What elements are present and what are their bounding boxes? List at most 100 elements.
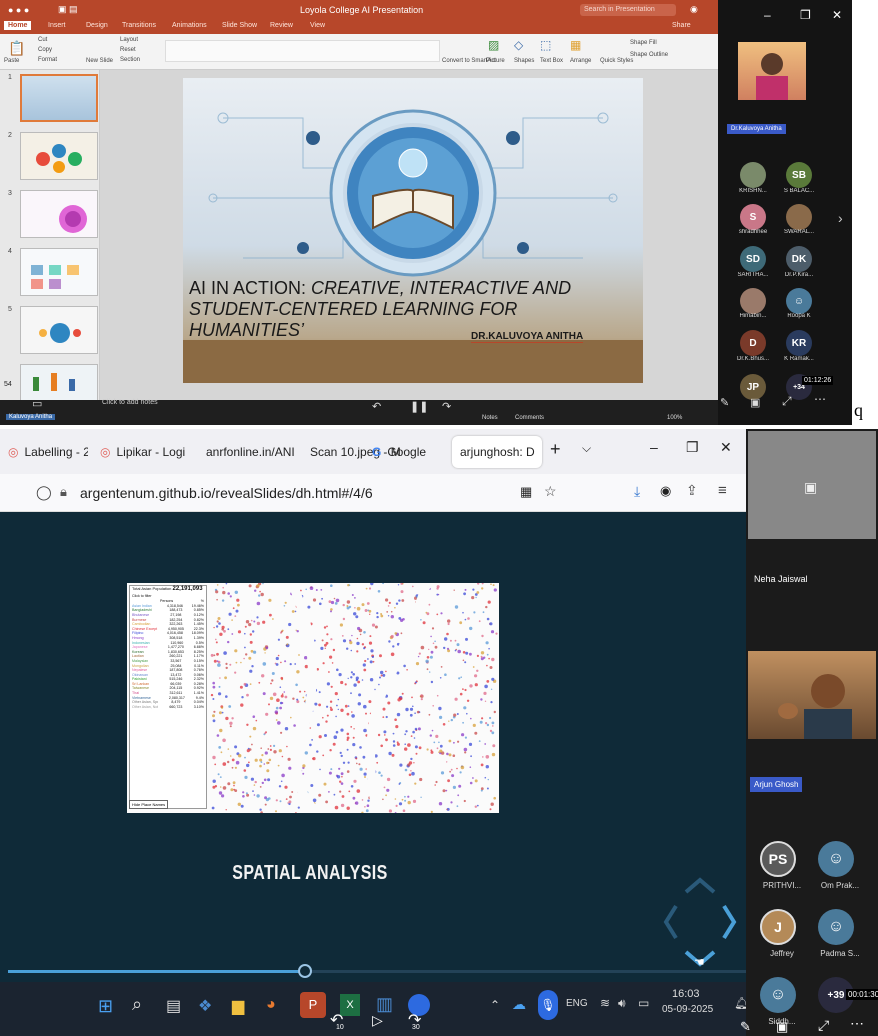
- browser-tab[interactable]: G Google: [372, 437, 452, 467]
- copy-button[interactable]: Copy: [38, 47, 52, 53]
- clock-time[interactable]: 16:03: [672, 988, 700, 1000]
- download-icon[interactable]: ⤓: [634, 483, 640, 500]
- paste-icon[interactable]: 📋: [8, 40, 25, 57]
- pause-icon[interactable]: ❚❚: [410, 400, 428, 413]
- comments-button[interactable]: Comments: [515, 415, 544, 421]
- task-view-icon[interactable]: ▤: [166, 996, 181, 1016]
- save-icon[interactable]: ▣ ▤: [58, 4, 78, 15]
- chevron-right-icon[interactable]: ›: [838, 210, 843, 226]
- restore-icon[interactable]: ❐: [686, 439, 699, 456]
- restore-icon[interactable]: ❐: [800, 8, 811, 22]
- wifi-icon[interactable]: ≋: [600, 996, 610, 1010]
- browser-tab[interactable]: ◎ Labelling - 2: [8, 437, 88, 467]
- bookmark-star-icon[interactable]: ☆: [544, 483, 557, 500]
- expand-icon[interactable]: ⤢: [782, 394, 792, 409]
- layout-button[interactable]: Layout: [120, 37, 138, 43]
- tab-design[interactable]: Design: [86, 22, 108, 29]
- tab-home[interactable]: Home: [4, 21, 32, 30]
- rewind-icon[interactable]: ↶: [372, 400, 381, 413]
- slide-thumb-4[interactable]: [20, 248, 98, 296]
- dot-density-map[interactable]: Total Asian Population 22,191,093 Click …: [127, 583, 499, 813]
- cloud-icon[interactable]: ☁: [512, 996, 526, 1013]
- font-controls[interactable]: [165, 40, 440, 62]
- account-icon[interactable]: ◉: [690, 4, 698, 15]
- slide-thumb-2[interactable]: [20, 132, 98, 180]
- microphone-icon[interactable]: 🎙︎: [538, 990, 558, 1020]
- screen-icon[interactable]: ▣: [776, 1019, 788, 1035]
- shapes-button[interactable]: Shapes: [514, 58, 534, 64]
- more-icon[interactable]: ⋯: [814, 392, 826, 406]
- textbox-button[interactable]: Text Box: [540, 58, 563, 64]
- nav-up-icon[interactable]: [684, 877, 716, 894]
- cut-button[interactable]: Cut: [38, 37, 47, 43]
- tray-chevron-icon[interactable]: ⌃: [490, 998, 500, 1012]
- powerpoint-icon[interactable]: P: [300, 992, 326, 1018]
- battery-icon[interactable]: ▭: [638, 996, 649, 1010]
- chevron-down-icon[interactable]: ⌵: [582, 441, 591, 456]
- picture-icon[interactable]: ▨: [488, 38, 499, 52]
- close-icon[interactable]: ✕: [832, 8, 842, 22]
- language-indicator[interactable]: ENG: [566, 998, 588, 1009]
- current-slide[interactable]: AI IN ACTION: CREATIVE, INTERACTIVE AND …: [183, 78, 643, 383]
- slide-thumb-3[interactable]: [20, 190, 98, 238]
- reset-button[interactable]: Reset: [120, 47, 136, 53]
- firefox-icon[interactable]: ◕: [266, 996, 276, 1014]
- shield-icon[interactable]: ◯: [36, 484, 52, 501]
- pen-icon[interactable]: ✎: [720, 396, 729, 409]
- ppt-search-box[interactable]: Search in Presentation: [580, 4, 676, 16]
- new-tab-icon[interactable]: +: [550, 439, 561, 460]
- arrange-button[interactable]: Arrange: [570, 58, 591, 64]
- section-button[interactable]: Section: [120, 57, 140, 63]
- captions-icon[interactable]: ▭: [32, 397, 42, 410]
- notes-button[interactable]: Notes: [482, 415, 498, 421]
- pen-icon[interactable]: ✎: [740, 1019, 751, 1035]
- expand-icon[interactable]: ⤢: [818, 1017, 829, 1034]
- tab-view[interactable]: View: [310, 22, 325, 29]
- file-explorer-icon[interactable]: ▆: [232, 996, 244, 1016]
- tab-review[interactable]: Review: [270, 22, 293, 29]
- zoom-level[interactable]: 100%: [667, 415, 682, 421]
- account-icon[interactable]: ◉: [660, 483, 671, 499]
- tab-slide-show[interactable]: Slide Show: [222, 22, 257, 29]
- shapes-icon[interactable]: ◇: [514, 38, 523, 52]
- widgets-icon[interactable]: ❖: [198, 996, 212, 1016]
- share-icon[interactable]: ⇪: [686, 482, 698, 499]
- search-icon[interactable]: ⌕: [132, 994, 142, 1015]
- window-dots-icon[interactable]: ● ● ●: [8, 5, 29, 15]
- seek-handle[interactable]: [298, 964, 312, 978]
- picture-button[interactable]: Picture: [486, 58, 505, 64]
- more-icon[interactable]: ⋯: [850, 1015, 864, 1032]
- quick-styles-button[interactable]: Quick Styles: [600, 58, 633, 64]
- screen-icon[interactable]: ▣: [750, 396, 760, 409]
- slide-thumb-1[interactable]: [20, 74, 98, 122]
- menu-icon[interactable]: ≡: [718, 482, 727, 499]
- nav-right-icon[interactable]: [722, 904, 737, 940]
- url-field[interactable]: argentenum.github.io/revealSlides/dh.htm…: [80, 485, 373, 501]
- tab-insert[interactable]: Insert: [48, 22, 66, 29]
- new-slide-button[interactable]: New Slide: [86, 58, 113, 64]
- shape-fill-button[interactable]: Shape Fill: [630, 40, 657, 46]
- textbox-icon[interactable]: ⬚: [540, 38, 551, 52]
- browser-tab-active[interactable]: arjunghosh: D ✕: [452, 436, 542, 468]
- close-tab-icon[interactable]: ✕: [541, 445, 542, 459]
- share-button[interactable]: Share: [672, 22, 691, 29]
- nav-left-icon[interactable]: [663, 904, 678, 940]
- arrange-icon[interactable]: ▦: [570, 38, 581, 52]
- browser-tab[interactable]: ◎ Lipikar - Logi: [100, 437, 186, 467]
- clock-date[interactable]: 05-09-2025: [662, 1004, 713, 1015]
- qr-icon[interactable]: ▦: [520, 484, 532, 500]
- minimize-icon[interactable]: –: [650, 439, 658, 455]
- windows-start-icon[interactable]: ⊞: [98, 996, 113, 1017]
- tab-animations[interactable]: Animations: [172, 22, 207, 29]
- legend-row[interactable]: Other Asian, Not Specified 660,723 3.10%: [132, 705, 204, 710]
- shape-outline-button[interactable]: Shape Outline: [630, 52, 668, 58]
- notes-placeholder[interactable]: Click to add notes: [102, 399, 158, 406]
- volume-icon[interactable]: 🔊︎: [618, 996, 626, 1011]
- browser-tab[interactable]: anrfonline.in/ANI: [206, 437, 298, 467]
- slide-thumb-5[interactable]: [20, 306, 98, 354]
- close-icon[interactable]: ✕: [720, 439, 732, 456]
- minimize-icon[interactable]: –: [764, 8, 771, 22]
- format-button[interactable]: Format: [38, 57, 57, 63]
- play-icon[interactable]: ▷: [372, 1012, 383, 1029]
- forward-icon[interactable]: ↷: [442, 400, 451, 413]
